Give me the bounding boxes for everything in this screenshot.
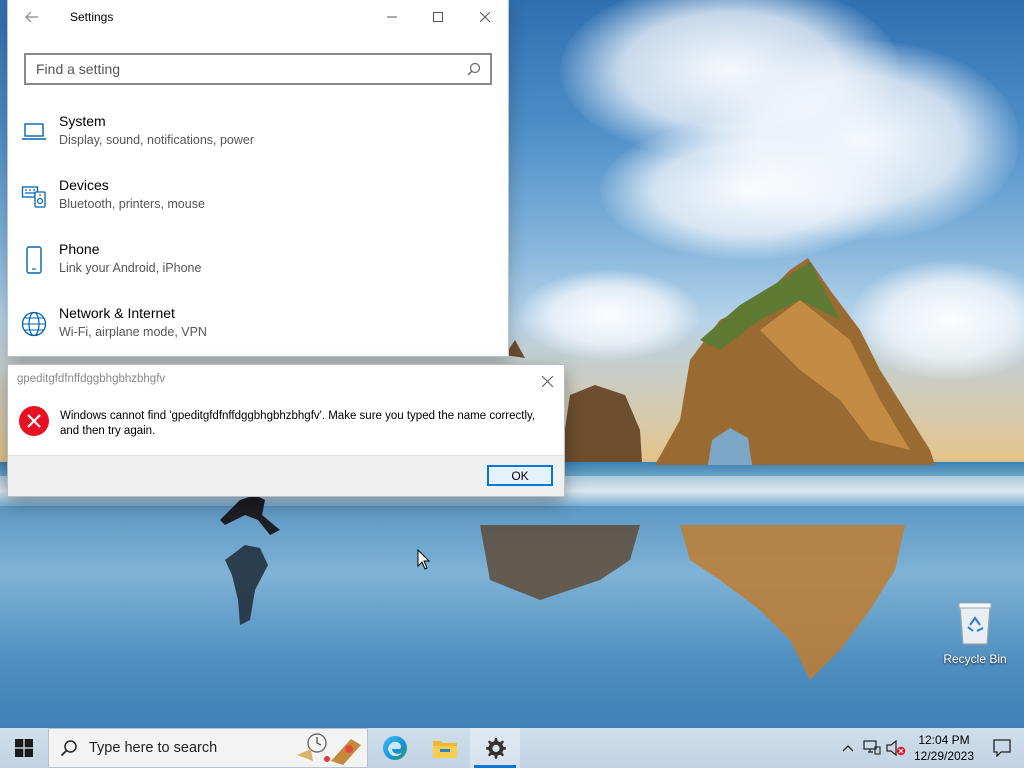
search-icon[interactable] xyxy=(458,55,490,83)
start-button[interactable] xyxy=(0,728,48,768)
category-description: Wi-Fi, airplane mode, VPN xyxy=(59,325,207,339)
window-title: Settings xyxy=(70,10,114,24)
laptop-icon xyxy=(8,112,59,152)
taskbar-file-explorer[interactable] xyxy=(420,728,470,768)
volume-button[interactable] xyxy=(884,728,908,768)
minimize-button[interactable] xyxy=(369,0,415,34)
taskbar-search-placeholder: Type here to search xyxy=(89,740,218,756)
notification-icon xyxy=(993,739,1011,757)
edge-icon xyxy=(383,736,407,760)
system-tray: 12:04 PM 12/29/2023 xyxy=(836,728,1024,768)
settings-category-network[interactable]: Network & Internet Wi-Fi, airplane mode,… xyxy=(8,300,508,356)
folder-icon xyxy=(433,741,457,758)
show-hidden-icons-button[interactable] xyxy=(836,728,860,768)
taskbar: Type here to search 12:04 PM 12/29/2023 xyxy=(0,728,1024,768)
search-placeholder: Find a setting xyxy=(36,61,121,77)
category-name: Network & Internet xyxy=(59,305,175,321)
maximize-icon xyxy=(433,12,443,22)
close-button[interactable] xyxy=(462,0,508,34)
chevron-up-icon xyxy=(842,745,854,752)
taskbar-edge[interactable] xyxy=(370,728,420,768)
category-name: Devices xyxy=(59,177,109,193)
settings-category-system[interactable]: System Display, sound, notifications, po… xyxy=(8,108,508,164)
recycle-bin-label: Recycle Bin xyxy=(943,652,1007,666)
recycle-bin-icon xyxy=(956,600,994,646)
ok-button[interactable]: OK xyxy=(487,465,553,486)
find-setting-search-input[interactable]: Find a setting xyxy=(24,53,492,85)
category-description: Link your Android, iPhone xyxy=(59,261,202,275)
windows-logo-icon xyxy=(15,739,33,757)
back-button[interactable] xyxy=(8,0,56,34)
gear-icon xyxy=(486,738,506,759)
category-description: Display, sound, notifications, power xyxy=(59,133,255,147)
search-icon xyxy=(49,739,89,757)
recycle-bin-desktop-icon[interactable]: Recycle Bin xyxy=(938,600,1012,666)
error-icon xyxy=(18,405,50,437)
error-message: Windows cannot find 'gpeditgfdfnffdggbhg… xyxy=(60,410,536,437)
minimize-icon xyxy=(387,16,397,18)
maximize-button[interactable] xyxy=(415,0,461,34)
mouse-cursor-icon xyxy=(417,549,431,570)
dialog-footer: OK xyxy=(8,455,564,496)
settings-category-phone[interactable]: Phone Link your Android, iPhone xyxy=(8,236,508,292)
taskbar-settings[interactable] xyxy=(470,728,520,768)
taskbar-search-box[interactable]: Type here to search xyxy=(48,728,368,768)
settings-window: Settings Find a setting System Display, … xyxy=(8,0,508,356)
dialog-close-button[interactable] xyxy=(536,370,558,392)
phone-icon xyxy=(8,240,59,280)
action-center-button[interactable] xyxy=(980,728,1024,768)
dialog-title: gpeditgfdfnffdggbhgbhzbhgfv xyxy=(17,373,166,385)
settings-category-devices[interactable]: Devices Bluetooth, printers, mouse xyxy=(8,172,508,228)
back-arrow-icon xyxy=(25,11,38,23)
network-icon xyxy=(863,740,881,755)
category-description: Bluetooth, printers, mouse xyxy=(59,197,205,211)
category-name: Phone xyxy=(59,241,100,257)
devices-icon xyxy=(8,176,59,216)
volume-muted-icon xyxy=(886,740,906,756)
close-icon xyxy=(480,12,490,22)
network-status-button[interactable] xyxy=(860,728,884,768)
error-dialog: gpeditgfdfnffdggbhgbhzbhgfv Windows cann… xyxy=(8,365,564,496)
taskbar-clock[interactable]: 12:04 PM 12/29/2023 xyxy=(908,732,980,764)
settings-titlebar: Settings xyxy=(8,0,508,34)
search-highlight-doodle-icon[interactable] xyxy=(291,731,365,767)
category-name: System xyxy=(59,113,106,129)
close-icon xyxy=(541,375,553,387)
globe-icon xyxy=(8,304,59,344)
clock-date: 12/29/2023 xyxy=(913,749,975,763)
clock-time: 12:04 PM xyxy=(918,733,970,747)
